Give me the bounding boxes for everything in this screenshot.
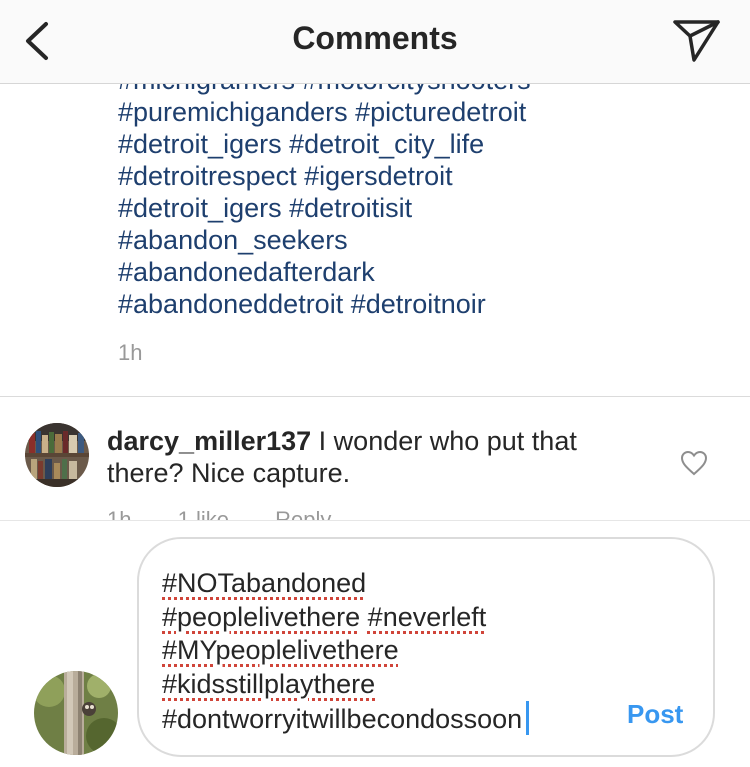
caption-tag-line[interactable]: #abandonedafterdark: [118, 256, 678, 288]
caption-tag-line[interactable]: #michigramers #motorcityshooters: [118, 84, 678, 96]
comment-username[interactable]: darcy_miller137: [107, 426, 311, 456]
page-title: Comments: [292, 20, 458, 56]
comment-timestamp: 1h: [107, 507, 132, 520]
input-tag: #neverleft: [367, 601, 487, 632]
input-tag: #dontworryitwillbecondossoon: [162, 704, 523, 734]
caption-tag-line[interactable]: #abandon_seekers: [118, 224, 678, 256]
caption-tag-line[interactable]: #detroit_igers #detroitisit: [118, 192, 678, 224]
text-cursor: [526, 701, 530, 735]
input-tag: #peoplelivethere: [162, 601, 361, 632]
input-tag: #NOTabandoned: [162, 568, 367, 598]
header-bar: Comments: [0, 0, 750, 84]
caption-timestamp: 1h: [118, 340, 143, 365]
paper-plane-icon: [673, 20, 720, 62]
divider: [0, 396, 750, 397]
post-button[interactable]: Post: [627, 699, 683, 730]
caption-tag-line[interactable]: #detroit_igers #detroit_city_life: [118, 128, 678, 160]
caption-text: #michigramers #motorcityshooters #puremi…: [118, 84, 678, 320]
avatar[interactable]: [25, 423, 89, 487]
direct-share-button[interactable]: [672, 16, 722, 64]
caption-tag-line[interactable]: #detroitrespect #igersdetroit: [118, 160, 678, 192]
comment-meta: 1h 1 like Reply: [107, 507, 371, 520]
comment-input-text[interactable]: #NOTabandoned #peoplelivethere #neverlef…: [162, 567, 582, 737]
input-tag: #kidsstillplaythere: [162, 668, 376, 699]
heart-icon: [680, 450, 708, 476]
input-tag: #MYpeoplelivethere: [162, 635, 399, 665]
compose-bar: #NOTabandoned #peoplelivethere #neverlef…: [0, 520, 750, 767]
avatar: [34, 671, 118, 755]
reply-button[interactable]: Reply: [275, 507, 331, 520]
comment-input[interactable]: #NOTabandoned #peoplelivethere #neverlef…: [137, 537, 715, 757]
like-button[interactable]: [680, 450, 708, 476]
comment-likes[interactable]: 1 like: [178, 507, 229, 520]
caption-tag-line[interactable]: #puremichiganders #picturedetroit: [118, 96, 678, 128]
caption-tag-line[interactable]: #abandoneddetroit #detroitnoir: [118, 288, 678, 320]
comment-body: darcy_miller137 I wonder who put that th…: [107, 425, 647, 489]
comments-list[interactable]: #michigramers #motorcityshooters #puremi…: [0, 84, 750, 520]
